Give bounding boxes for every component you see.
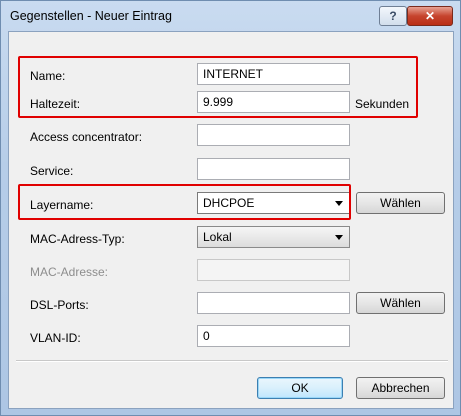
layername-choose-button[interactable]: Wählen bbox=[356, 192, 445, 214]
ok-button[interactable]: OK bbox=[257, 377, 343, 399]
service-label: Service: bbox=[30, 164, 74, 178]
access-concentrator-label: Access concentrator: bbox=[30, 130, 143, 144]
mac-address-input bbox=[197, 259, 350, 281]
highlight-box-name-haltezeit bbox=[18, 56, 418, 118]
close-icon: ✕ bbox=[424, 9, 436, 23]
layername-choose-label: Wählen bbox=[380, 196, 421, 210]
chevron-down-icon bbox=[335, 235, 343, 240]
dialog-window: Gegenstellen - Neuer Eintrag ? ✕ Name: I… bbox=[0, 0, 461, 416]
cancel-button[interactable]: Abbrechen bbox=[356, 377, 445, 399]
dsl-ports-input[interactable] bbox=[197, 292, 350, 314]
mac-type-label: MAC-Adress-Typ: bbox=[30, 232, 125, 246]
mac-address-label: MAC-Adresse: bbox=[30, 265, 109, 279]
window-title: Gegenstellen - Neuer Eintrag bbox=[10, 9, 172, 23]
close-button[interactable]: ✕ bbox=[407, 6, 453, 26]
highlight-box-layername bbox=[18, 184, 351, 220]
service-input[interactable] bbox=[197, 158, 350, 180]
mac-type-value: Lokal bbox=[203, 230, 232, 244]
cancel-label: Abbrechen bbox=[371, 381, 430, 395]
access-concentrator-input[interactable] bbox=[197, 124, 350, 146]
vlan-id-label: VLAN-ID: bbox=[30, 331, 81, 345]
dsl-ports-choose-button[interactable]: Wählen bbox=[356, 292, 445, 314]
help-icon: ? bbox=[389, 9, 397, 23]
dsl-ports-label: DSL-Ports: bbox=[30, 298, 89, 312]
help-button[interactable]: ? bbox=[379, 6, 407, 26]
dsl-ports-choose-label: Wählen bbox=[380, 296, 421, 310]
dialog-content: Name: INTERNET Haltezeit: 9.999 Sekunden… bbox=[8, 31, 454, 409]
mac-type-select[interactable]: Lokal bbox=[197, 226, 350, 248]
ok-label: OK bbox=[291, 381, 309, 395]
title-bar: Gegenstellen - Neuer Eintrag ? ✕ bbox=[1, 1, 460, 31]
separator bbox=[16, 360, 448, 362]
vlan-id-input[interactable]: 0 bbox=[197, 325, 350, 347]
